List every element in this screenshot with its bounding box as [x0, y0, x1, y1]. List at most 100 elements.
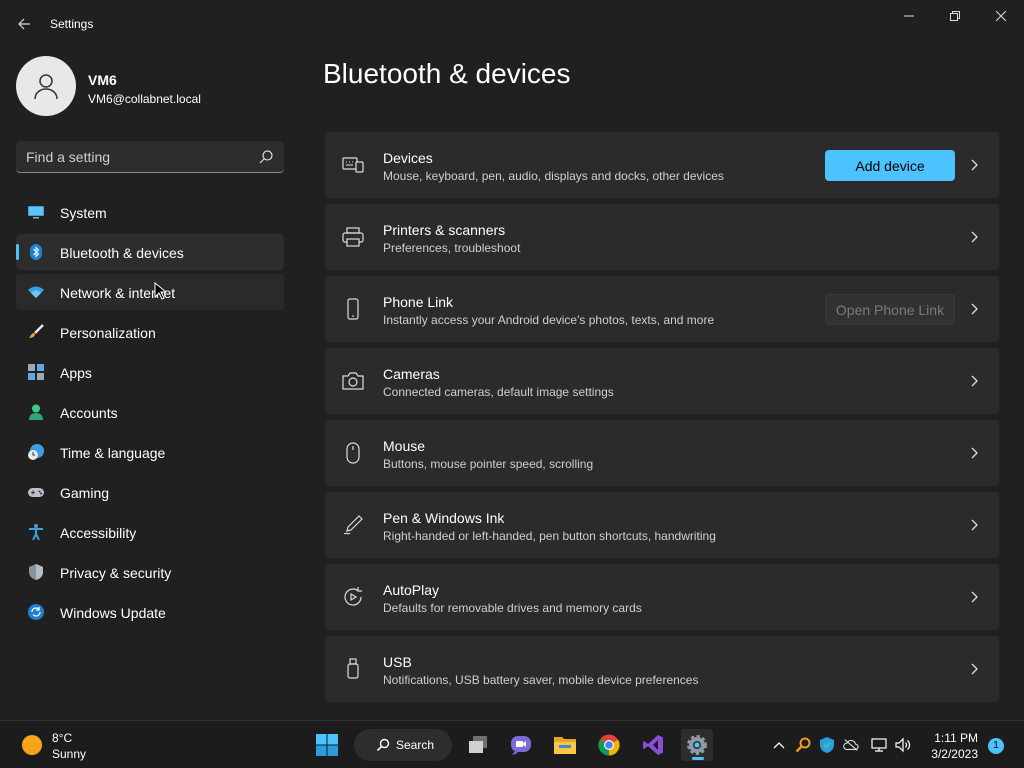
card-subtitle: Connected cameras, default image setting…	[383, 385, 614, 399]
sidebar-item-accounts[interactable]: Accounts	[16, 394, 284, 430]
sidebar-nav: System Bluetooth & devices Network & int…	[16, 194, 284, 634]
chrome-button[interactable]	[593, 729, 625, 761]
card-title: AutoPlay	[383, 582, 440, 598]
taskbar-search[interactable]: Search	[354, 729, 452, 761]
card-subtitle: Notifications, USB battery saver, mobile…	[383, 673, 699, 687]
card-subtitle: Right-handed or left-handed, pen button …	[383, 529, 716, 543]
sidebar-item-system[interactable]: System	[16, 194, 284, 230]
card-subtitle: Preferences, troubleshoot	[383, 241, 521, 255]
shield-icon	[28, 564, 44, 580]
sidebar-item-gaming[interactable]: Gaming	[16, 474, 284, 510]
bluetooth-icon	[28, 244, 44, 260]
sidebar-item-personalization[interactable]: Personalization	[16, 314, 284, 350]
card-pen-windows-ink[interactable]: Pen & Windows Ink Right-handed or left-h…	[325, 492, 999, 558]
chat-button[interactable]	[505, 729, 537, 761]
card-title: USB	[383, 654, 412, 670]
camera-icon	[342, 370, 364, 392]
weather-temp: 8°C	[52, 731, 73, 745]
sidebar-item-label: Windows Update	[60, 605, 166, 621]
person-icon	[34, 74, 58, 100]
security-tray-button[interactable]	[819, 737, 835, 753]
volume-icon	[895, 737, 911, 753]
brush-icon	[28, 324, 44, 340]
card-autoplay[interactable]: AutoPlay Defaults for removable drives a…	[325, 564, 999, 630]
volume-tray-button[interactable]	[895, 737, 911, 753]
back-button[interactable]	[12, 12, 36, 36]
sidebar-item-label: Accounts	[60, 405, 118, 421]
chat-icon	[511, 736, 531, 755]
visual-studio-icon	[643, 735, 663, 755]
weather-condition: Sunny	[52, 747, 87, 761]
maximize-button[interactable]	[932, 4, 978, 28]
open-phone-link-button[interactable]: Open Phone Link	[825, 294, 955, 325]
sidebar-item-privacy[interactable]: Privacy & security	[16, 554, 284, 590]
chevron-right-icon	[967, 373, 983, 389]
windows-security-icon	[820, 737, 834, 753]
usb-icon	[342, 658, 364, 680]
sidebar-item-label: Personalization	[60, 325, 156, 341]
avatar[interactable]	[16, 56, 76, 116]
card-devices[interactable]: Devices Mouse, keyboard, pen, audio, dis…	[325, 132, 999, 198]
start-button[interactable]	[311, 729, 343, 761]
show-hidden-icons-button[interactable]	[771, 737, 787, 753]
autoplay-icon	[342, 586, 364, 608]
chevron-right-icon	[967, 517, 983, 533]
notification-badge[interactable]: 1	[988, 738, 1004, 754]
task-view-button[interactable]	[462, 729, 494, 761]
add-device-button[interactable]: Add device	[825, 150, 955, 181]
sidebar-item-label: System	[60, 205, 107, 221]
devices-icon	[342, 154, 364, 176]
user-email: VM6@collabnet.local	[88, 92, 201, 106]
gear-icon	[687, 735, 707, 755]
settings-search[interactable]	[16, 141, 284, 173]
clock-date: 3/2/2023	[931, 747, 978, 761]
wifi-icon	[28, 284, 44, 300]
card-title: Printers & scanners	[383, 222, 506, 238]
tray-app-button[interactable]	[795, 737, 811, 753]
card-mouse[interactable]: Mouse Buttons, mouse pointer speed, scro…	[325, 420, 999, 486]
chevron-right-icon	[967, 229, 983, 245]
card-title: Cameras	[383, 366, 440, 382]
search-icon	[376, 738, 390, 752]
card-usb[interactable]: USB Notifications, USB battery saver, mo…	[325, 636, 999, 702]
mouse-cursor-icon	[154, 282, 166, 300]
gamepad-icon	[28, 484, 44, 500]
clock-globe-icon	[28, 444, 44, 460]
page-title: Bluetooth & devices	[323, 58, 571, 89]
pen-icon	[342, 514, 364, 536]
sidebar-item-time-language[interactable]: Time & language	[16, 434, 284, 470]
sidebar-item-bluetooth[interactable]: Bluetooth & devices	[16, 234, 284, 270]
close-button[interactable]	[978, 4, 1024, 28]
sidebar-item-windows-update[interactable]: Windows Update	[16, 594, 284, 630]
settings-taskbar-button[interactable]	[681, 729, 713, 761]
card-printers-scanners[interactable]: Printers & scanners Preferences, trouble…	[325, 204, 999, 270]
network-tray-button[interactable]	[871, 737, 887, 753]
card-title: Devices	[383, 150, 433, 166]
sidebar-item-network[interactable]: Network & internet	[16, 274, 284, 310]
magnifier-app-icon	[795, 737, 811, 753]
arrow-left-icon	[18, 18, 30, 30]
file-explorer-button[interactable]	[549, 729, 581, 761]
clock-time: 1:11 PM	[934, 731, 978, 745]
sidebar-item-label: Gaming	[60, 485, 110, 501]
printer-icon	[342, 226, 364, 248]
card-cameras[interactable]: Cameras Connected cameras, default image…	[325, 348, 999, 414]
phone-icon	[342, 298, 364, 320]
card-subtitle: Mouse, keyboard, pen, audio, displays an…	[383, 169, 724, 183]
sidebar-item-accessibility[interactable]: Accessibility	[16, 514, 284, 550]
minimize-icon	[904, 15, 914, 17]
minimize-button[interactable]	[886, 4, 932, 28]
onedrive-tray-button[interactable]	[843, 737, 859, 753]
taskbar: 8°C Sunny Search 1:11 PM 3/2/2023 1	[0, 720, 1024, 768]
sidebar-item-apps[interactable]: Apps	[16, 354, 284, 390]
search-icon[interactable]	[258, 149, 274, 165]
network-icon	[871, 738, 887, 752]
folder-icon	[554, 737, 576, 754]
accessibility-icon	[28, 524, 44, 540]
sidebar-item-label: Accessibility	[60, 525, 137, 541]
card-phone-link[interactable]: Phone Link Instantly access your Android…	[325, 276, 999, 342]
person-icon	[28, 404, 44, 420]
visual-studio-button[interactable]	[637, 729, 669, 761]
search-input[interactable]	[26, 147, 246, 167]
card-subtitle: Buttons, mouse pointer speed, scrolling	[383, 457, 594, 471]
